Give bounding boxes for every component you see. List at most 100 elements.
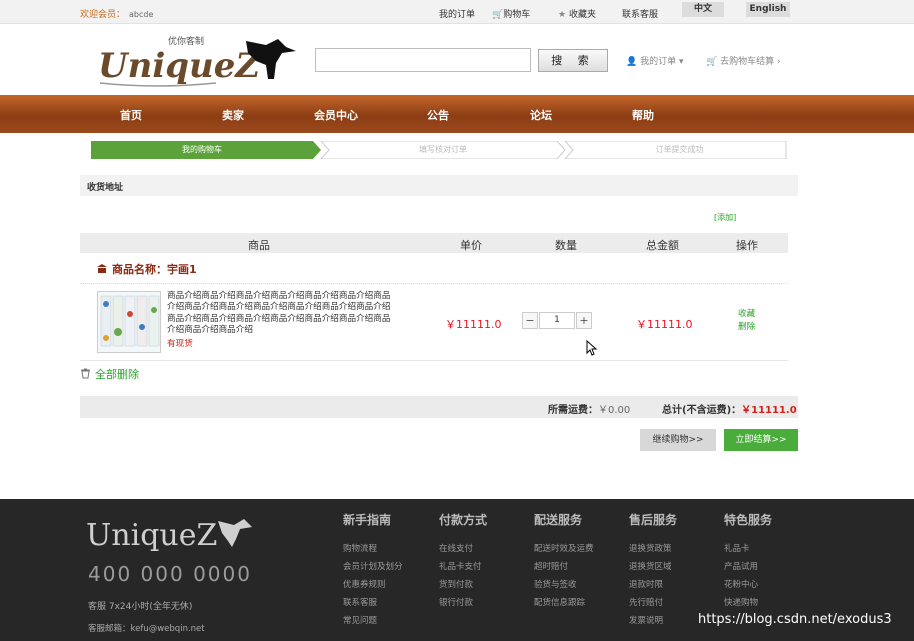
footer-link[interactable]: 退款时限: [629, 576, 677, 594]
footer-col-guide: 新手指南 购物流程 会员计划及划分 优惠券规则 联系客服 常见问题: [343, 511, 403, 630]
footer-service-hours: 客服 7x24小时(全年无休): [88, 602, 193, 612]
nav-member-center[interactable]: 会员中心: [314, 107, 358, 123]
footer-link[interactable]: 产品试用: [724, 558, 772, 576]
footer-link[interactable]: 退换货政策: [629, 540, 677, 558]
footer-logo: UniqueZ: [86, 511, 256, 555]
cart-table-header: 商品 单价 数量 总金额 操作: [80, 233, 788, 253]
footer-link[interactable]: 会员计划及划分: [343, 558, 403, 576]
footer-link[interactable]: 联系客服: [343, 594, 403, 612]
footer-link[interactable]: 礼品卡支付: [439, 558, 487, 576]
footer-link[interactable]: 货到付款: [439, 576, 487, 594]
shop-icon: [97, 264, 107, 273]
footer-link[interactable]: 礼品卡: [724, 540, 772, 558]
delete-link[interactable]: 删除: [738, 321, 755, 334]
item-total-price: ￥11111.0: [636, 318, 693, 331]
mouse-cursor-icon: [586, 340, 598, 356]
col-operation: 操作: [736, 239, 758, 252]
total-amount-value: ￥11111.0: [741, 405, 797, 416]
delete-all-button[interactable]: 全部删除: [80, 366, 139, 382]
nav-home[interactable]: 首页: [120, 107, 142, 123]
total-amount-label: 总计(不含运费)：: [662, 405, 742, 416]
footer-phone: 400 000 0000: [88, 562, 252, 586]
summary-bar: 所需运费：￥0.00 总计(不含运费)：￥11111.0: [80, 396, 798, 418]
footer-link[interactable]: 退换货区域: [629, 558, 677, 576]
footer-email: 客服邮箱：kefu@webqin.net: [88, 624, 205, 634]
shipping-fee-value: ￥0.00: [598, 405, 631, 416]
footer-link[interactable]: 超时赔付: [534, 558, 594, 576]
top-cart-link[interactable]: 🛒购物车: [492, 7, 530, 20]
footer-link[interactable]: 验货与签收: [534, 576, 594, 594]
footer-link[interactable]: 先行赔付: [629, 594, 677, 612]
footer-link[interactable]: 优惠券规则: [343, 576, 403, 594]
step-my-cart: 我的购物车: [182, 145, 222, 154]
unit-price: ￥11111.0: [445, 318, 502, 331]
step-fill-order: 填写核对订单: [419, 145, 467, 154]
footer-link[interactable]: 银行付款: [439, 594, 487, 612]
site-logo[interactable]: 优你客制 UniqueZ: [96, 33, 306, 93]
footer-link[interactable]: 购物流程: [343, 540, 403, 558]
page: 欢迎会员： abcde 我的订单 🛒购物车 ★ 收藏夹 联系客服 中文 Engli…: [0, 0, 914, 641]
product-image: [98, 292, 160, 352]
top-bar: 欢迎会员： abcde 我的订单 🛒购物车 ★ 收藏夹 联系客服 中文 Engli…: [0, 0, 914, 24]
search-input[interactable]: [315, 48, 531, 72]
col-product: 商品: [248, 239, 270, 252]
welcome-label: 欢迎会员：: [80, 10, 126, 20]
col-total: 总金额: [646, 239, 679, 252]
cart-icon: 🛒: [706, 57, 718, 67]
footer-col-title: 新手指南: [343, 513, 392, 527]
footer-link[interactable]: 常见问题: [343, 612, 403, 630]
delete-all-label: 全部删除: [95, 368, 139, 381]
footer-link[interactable]: 配送时效及运费: [534, 540, 594, 558]
footer-col-delivery: 配送服务 配送时效及运费 超时赔付 验货与签收 配货信息跟踪: [534, 511, 594, 612]
lang-english-button[interactable]: English: [746, 2, 790, 17]
shipping-fee-label: 所需运费：: [548, 405, 598, 416]
header: 优你客制 UniqueZ 搜 索 👤 我的订单 ▾ 🛒 去购物车结算 ›: [0, 25, 914, 95]
top-cart-label: 购物车: [503, 10, 531, 20]
username-link[interactable]: abcde: [129, 10, 153, 19]
header-checkout-label: 去购物车结算: [720, 57, 775, 67]
quantity-increase-button[interactable]: +: [576, 312, 592, 329]
footer-col-title: 付款方式: [439, 513, 488, 527]
top-contact-link[interactable]: 联系客服: [622, 7, 658, 20]
shipping-fee: 所需运费：￥0.00: [548, 401, 630, 416]
footer-col-aftersale: 售后服务 退换货政策 退换货区域 退款时限 先行赔付 发票说明: [629, 511, 677, 630]
footer-logo-graphic: UniqueZ: [86, 518, 252, 553]
nav-notice[interactable]: 公告: [427, 107, 449, 123]
footer-link[interactable]: 配货信息跟踪: [534, 594, 594, 612]
header-checkout-link[interactable]: 🛒 去购物车结算 ›: [706, 54, 781, 67]
col-unit-price: 单价: [460, 239, 482, 252]
cart-icon: 🛒: [492, 10, 504, 20]
footer-link[interactable]: 发票说明: [629, 612, 677, 630]
item-operations: 收藏 删除: [738, 308, 755, 334]
favorite-link[interactable]: 收藏: [738, 308, 755, 321]
add-address-link[interactable]: [添加]: [714, 212, 736, 223]
checkout-now-button[interactable]: 立即结算>>: [724, 429, 798, 451]
header-my-orders-label: 我的订单: [640, 57, 677, 67]
continue-shopping-button[interactable]: 继续购物>>: [640, 429, 716, 451]
nav-help[interactable]: 帮助: [632, 107, 654, 123]
top-my-orders-link[interactable]: 我的订单: [439, 7, 475, 20]
lang-chinese-button[interactable]: 中文: [682, 2, 724, 17]
footer-link[interactable]: 花粉中心: [724, 576, 772, 594]
header-my-orders[interactable]: 👤 我的订单 ▾: [626, 54, 684, 67]
product-description[interactable]: 商品介绍商品介绍商品介绍商品介绍商品介绍商品介绍商品介绍商品介绍商品介绍商品介绍…: [167, 291, 392, 337]
footer-link[interactable]: 快递购物: [724, 594, 772, 612]
product-thumbnail[interactable]: [97, 291, 161, 353]
svg-text:UniqueZ: UniqueZ: [98, 46, 261, 86]
welcome-text: 欢迎会员： abcde: [80, 7, 153, 20]
search-button[interactable]: 搜 索: [538, 49, 608, 72]
top-favorites-link[interactable]: ★ 收藏夹: [558, 7, 596, 20]
svg-text:UniqueZ: UniqueZ: [86, 518, 217, 553]
footer-link[interactable]: 在线支付: [439, 540, 487, 558]
shop-name-label: 商品名称：宇画1: [112, 263, 197, 276]
step-order-submitted: 订单提交成功: [655, 145, 704, 154]
quantity-input[interactable]: 1: [539, 312, 575, 329]
address-title: 收货地址: [87, 183, 124, 193]
cart-item-row: 商品介绍商品介绍商品介绍商品介绍商品介绍商品介绍商品介绍商品介绍商品介绍商品介绍…: [80, 283, 788, 361]
nav-seller[interactable]: 卖家: [222, 107, 244, 123]
quantity-decrease-button[interactable]: −: [522, 312, 538, 329]
total-amount: 总计(不含运费)：￥11111.0: [662, 401, 797, 416]
nav-forum[interactable]: 论坛: [530, 107, 552, 123]
top-favorites-label: 收藏夹: [568, 10, 596, 20]
star-icon: ★: [558, 10, 567, 20]
